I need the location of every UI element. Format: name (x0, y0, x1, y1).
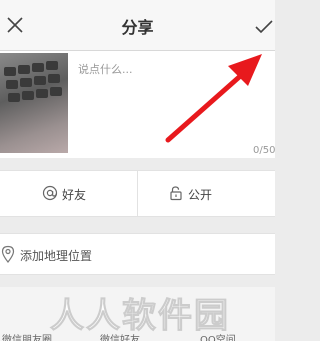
caption-input[interactable] (78, 59, 258, 79)
site-watermark: 人人软件园 (50, 296, 230, 336)
add-location-label: 添加地理位置 (20, 249, 93, 263)
watermark-text: 人人软件园 (50, 296, 230, 335)
checkmark-icon[interactable] (254, 19, 274, 35)
compose-panel: 0/50 (0, 51, 275, 158)
unlock-icon (170, 186, 182, 201)
char-counter: 0/50 (253, 145, 276, 156)
at-sign-icon (42, 185, 58, 201)
top-bar: 分享 (0, 0, 275, 51)
privacy-public-label: 公开 (188, 188, 213, 202)
attached-photo-thumbnail[interactable] (0, 53, 68, 153)
mention-friends-label: 好友 (62, 188, 87, 202)
add-location-button[interactable]: 添加地理位置 (0, 233, 275, 275)
share-options-row: 好友 公开 (0, 170, 275, 217)
page-title: 分享 (121, 18, 154, 37)
location-pin-icon (1, 245, 15, 263)
mention-friends-button[interactable]: 好友 (0, 171, 137, 216)
privacy-public-button[interactable]: 公开 (138, 171, 275, 216)
